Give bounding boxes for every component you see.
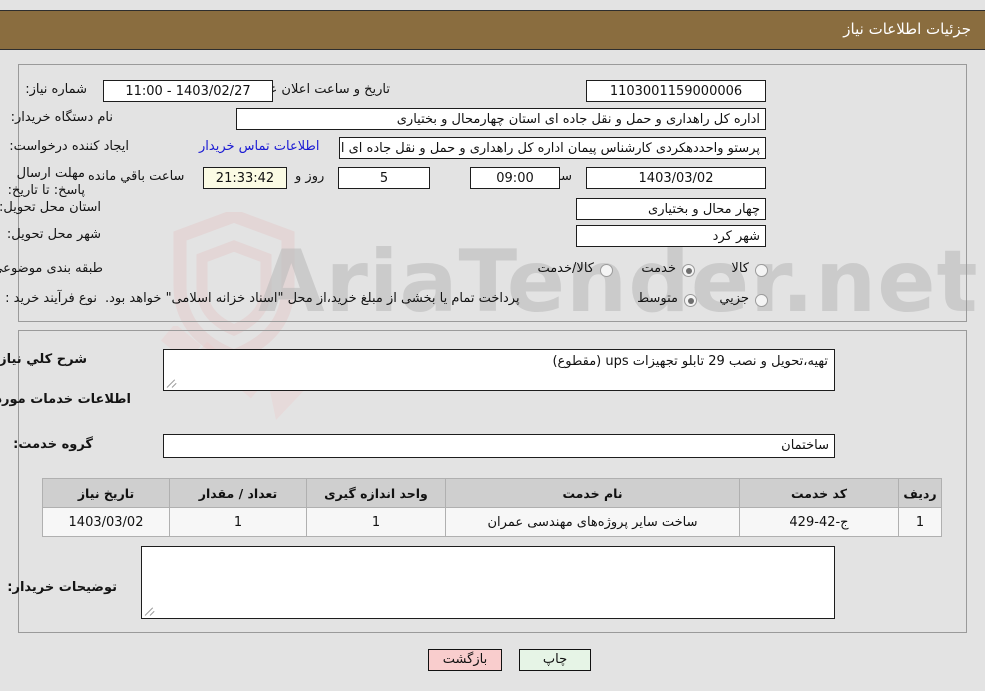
- label-purchase-process: نوع فرآیند خرید :: [5, 291, 97, 306]
- th-name: نام خدمت: [445, 478, 740, 508]
- resize-grip-icon[interactable]: [166, 377, 179, 389]
- label-process-jozi: جزیي: [719, 291, 749, 306]
- label-deadline: مهلت ارسال پاسخ: تا تاریخ:: [7, 166, 85, 198]
- field-buyer-notes[interactable]: [141, 546, 835, 619]
- field-request-creator[interactable]: پرستو واحددهکردی کارشناس پیمان اداره کل …: [339, 137, 766, 159]
- label-hours-remaining: ساعت باقي مانده: [88, 169, 185, 184]
- cell-date: 1403/03/02: [42, 507, 170, 537]
- field-deadline-time[interactable]: 09:00: [470, 167, 560, 189]
- th-qty: تعداد / مقدار: [169, 478, 307, 508]
- label-subject-kala-khedmat: کالا/خدمت: [537, 261, 594, 276]
- field-delivery-province[interactable]: چهار محال و بختیاری: [576, 198, 766, 220]
- label-request-creator: ایجاد کننده درخواست:: [9, 139, 129, 154]
- th-row: ردیف: [898, 478, 942, 508]
- services-heading: اطلاعات خدمات مورد نیاز: [0, 392, 131, 407]
- field-buyer-org[interactable]: اداره کل راهداری و حمل و نقل جاده ای است…: [236, 108, 766, 130]
- field-days-left[interactable]: 5: [338, 167, 430, 189]
- radio-subject-kala-khedmat[interactable]: [600, 264, 613, 277]
- back-button[interactable]: بازگشت: [428, 649, 502, 671]
- field-need-number[interactable]: 1103001159000006: [586, 80, 766, 102]
- label-buyer-notes: توضیحات خریدار:: [7, 580, 117, 595]
- th-date: تاریخ نیاز: [42, 478, 170, 508]
- payment-note: پرداخت تمام یا بخشی از مبلغ خرید،از محل …: [105, 291, 520, 306]
- label-days-and: روز و: [295, 169, 325, 184]
- label-buyer-org: نام دستگاه خریدار:: [10, 110, 113, 125]
- field-service-group[interactable]: ساختمان: [163, 434, 835, 458]
- label-subject-kala: کالا: [731, 261, 749, 276]
- radio-process-jozi[interactable]: [755, 294, 768, 307]
- resize-grip-icon-notes[interactable]: [144, 605, 157, 617]
- label-subject-khedmat: خدمت: [641, 261, 676, 276]
- field-need-summary[interactable]: تهیه،تحویل و نصب 29 تابلو تجهیزات ups (م…: [163, 349, 835, 391]
- table-header-row: ردیف کد خدمت نام خدمت واحد اندازه گیری ت…: [42, 478, 942, 508]
- header-bar: جزئیات اطلاعات نیاز: [0, 10, 985, 50]
- field-delivery-city[interactable]: شهر کرد: [576, 225, 766, 247]
- label-process-motavasset: متوسط: [637, 291, 678, 306]
- label-delivery-city: شهر محل تحویل:: [6, 227, 101, 242]
- radio-subject-khedmat[interactable]: [682, 264, 695, 277]
- th-code: کد خدمت: [739, 478, 899, 508]
- buyer-contact-link[interactable]: اطلاعات تماس خریدار: [199, 139, 319, 154]
- label-service-group: گروه خدمت:: [13, 437, 93, 452]
- table-row: 1 ج-42-429 ساخت سایر پروژه‌های مهندسی عم…: [42, 507, 942, 537]
- need-summary-text: تهیه،تحویل و نصب 29 تابلو تجهیزات ups (م…: [552, 354, 828, 369]
- field-public-announce[interactable]: 1403/02/27 - 11:00: [103, 80, 273, 102]
- radio-subject-kala[interactable]: [755, 264, 768, 277]
- radio-process-motavasset[interactable]: [684, 294, 697, 307]
- field-time-left: 21:33:42: [203, 167, 287, 189]
- cell-unit: 1: [306, 507, 446, 537]
- cell-qty: 1: [169, 507, 307, 537]
- cell-name: ساخت سایر پروژه‌های مهندسی عمران: [445, 507, 740, 537]
- field-deadline-date[interactable]: 1403/03/02: [586, 167, 766, 189]
- cell-code: ج-42-429: [739, 507, 899, 537]
- label-need-number: شماره نیاز:: [25, 82, 87, 97]
- services-table: ردیف کد خدمت نام خدمت واحد اندازه گیری ت…: [42, 478, 942, 537]
- page-root: AriaTender.net جزئیات اطلاعات نیاز شماره…: [0, 0, 985, 691]
- print-button[interactable]: چاپ: [519, 649, 591, 671]
- cell-row: 1: [898, 507, 942, 537]
- label-need-summary: شرح کلي نیاز:: [0, 352, 87, 367]
- label-subject-category: طبقه بندی موضوعی:: [0, 261, 103, 276]
- label-delivery-province: استان محل تحویل:: [0, 200, 101, 215]
- th-unit: واحد اندازه گیری: [306, 478, 446, 508]
- page-title: جزئیات اطلاعات نیاز: [843, 20, 971, 38]
- top-info-panel: [18, 64, 967, 322]
